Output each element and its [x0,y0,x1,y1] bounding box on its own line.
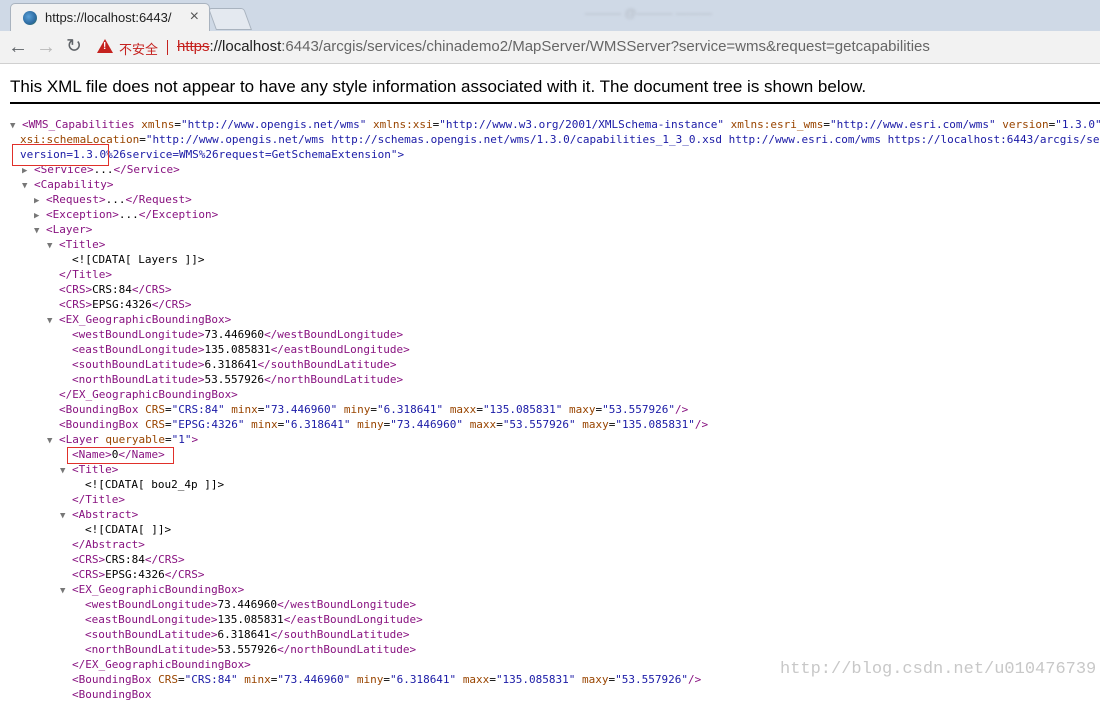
xml-node-geobbox[interactable]: ▼ <EX_GeographicBoundingBox> [47,312,231,327]
back-arrow-icon[interactable]: ← [6,35,30,59]
xml-node-west: <westBoundLongitude>73.446960</westBound… [72,328,404,341]
url-path: :6443/arcgis/services/chinademo2/MapServ… [281,38,930,55]
title-bar: https://localhost:6443/ × ——— @——— ——— [0,0,1100,32]
highlight-version-box [12,144,109,166]
xml-node-crs: <CRS>EPSG:4326</CRS> [72,568,205,581]
url-host: ://localhost [209,38,282,55]
xml-node-boundingbox: <BoundingBox CRS="CRS:84" minx="73.44696… [59,403,689,416]
xml-info-message: This XML file does not appear to have an… [10,77,867,96]
address-bar[interactable]: https://localhost:6443/arcgis/services/c… [177,38,930,55]
xml-node-boundingbox: <BoundingBox CRS="EPSG:4326" minx="6.318… [59,418,709,431]
xml-text: <![CDATA[ ]]> [85,523,172,536]
address-separator [167,40,168,55]
xml-node-south: <southBoundLatitude>6.318641</southBound… [72,358,397,371]
forward-arrow-icon[interactable]: → [34,35,58,59]
xml-node-abstract[interactable]: ▼ <Abstract> [60,507,138,522]
browser-toolbar: ← → ↻ 不安全 https://localhost:6443/arcgis/… [0,31,1100,64]
xml-node-crs: <CRS>CRS:84</CRS> [59,283,172,296]
collapse-arrow-icon[interactable]: ▼ [60,464,72,479]
xml-close-title: </Title> [59,268,112,281]
xml-close-geobbox: </EX_GeographicBoundingBox> [59,388,238,401]
xml-text: <![CDATA[ bou2_4p ]]> [85,478,225,491]
watermark: http://blog.csdn.net/u010476739 [780,660,1097,679]
collapse-arrow-icon[interactable]: ▼ [60,584,72,599]
close-tab-icon[interactable]: × [190,8,199,26]
collapse-arrow-icon[interactable]: ▼ [47,239,59,254]
xml-line-schema: xsi:schemaLocation="http://www.opengis.n… [20,133,1100,146]
xml-node-request[interactable]: ▶ <Request>...</Request> [34,192,192,207]
xml-node-west: <westBoundLongitude>73.446960</westBound… [85,598,417,611]
xml-node-geobbox[interactable]: ▼ <EX_GeographicBoundingBox> [60,582,244,597]
xml-node-north: <northBoundLatitude>53.557926</northBoun… [85,643,417,656]
xml-node-capability[interactable]: ▼ <Capability> [22,177,113,192]
collapse-arrow-icon[interactable]: ▼ [47,314,59,329]
xml-node-crs: <CRS>EPSG:4326</CRS> [59,298,192,311]
xml-close-geobbox: </EX_GeographicBoundingBox> [72,658,251,671]
warning-icon[interactable] [97,39,113,53]
xml-node-east: <eastBoundLongitude>135.085831</eastBoun… [72,343,410,356]
divider [10,102,1100,104]
xml-close-title: </Title> [72,493,125,506]
xml-line-root[interactable]: ▼ <WMS_Capabilities xmlns="http://www.ope… [10,117,1100,132]
highlight-name-box [67,447,174,464]
xml-node-exception[interactable]: ▶ <Exception>...</Exception> [34,207,218,222]
globe-icon [23,11,37,25]
browser-tab[interactable]: https://localhost:6443/ × [10,3,210,32]
xml-node-boundingbox-partial: <BoundingBox [72,688,152,701]
collapse-arrow-icon[interactable]: ▼ [60,509,72,524]
profile-name: ——— @——— ——— [585,6,712,20]
xml-node-north: <northBoundLatitude>53.557926</northBoun… [72,373,404,386]
reload-icon[interactable]: ↻ [62,35,86,59]
tab-title: https://localhost:6443/ [45,10,172,25]
xml-node-crs: <CRS>CRS:84</CRS> [72,553,185,566]
xml-text: <![CDATA[ Layers ]]> [72,253,205,266]
xml-node-boundingbox: <BoundingBox CRS="CRS:84" minx="73.44696… [72,673,702,686]
xml-node-south: <southBoundLatitude>6.318641</southBound… [85,628,410,641]
xml-close-abstract: </Abstract> [72,538,145,551]
xml-node-sublayer[interactable]: ▼ <Layer queryable="1"> [47,432,198,447]
security-status[interactable]: 不安全 [119,39,158,58]
xml-node-title[interactable]: ▼ <Title> [60,462,118,477]
collapse-arrow-icon[interactable]: ▼ [34,224,46,239]
new-tab-button[interactable] [207,8,253,30]
xml-node-east: <eastBoundLongitude>135.085831</eastBoun… [85,613,423,626]
collapse-arrow-icon[interactable]: ▼ [47,434,59,449]
xml-node-title[interactable]: ▼ <Title> [47,237,105,252]
xml-node-layer[interactable]: ▼ <Layer> [34,222,92,237]
collapse-arrow-icon[interactable]: ▼ [22,179,34,194]
url-scheme: https [177,38,210,55]
